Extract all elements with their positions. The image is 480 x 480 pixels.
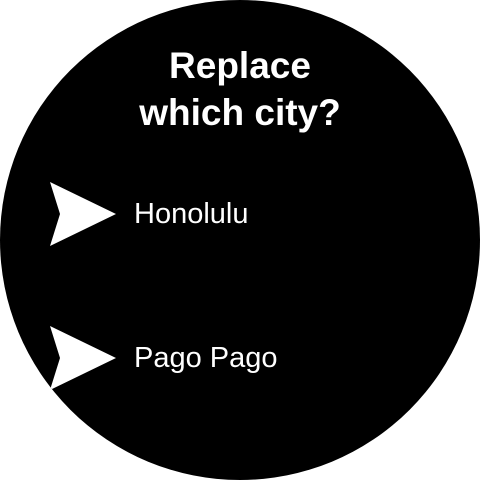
watch-face: Replace which city? Honolulu Pago Pago bbox=[0, 0, 480, 480]
dialog-title-line-2: which city? bbox=[139, 92, 341, 133]
send-arrow-icon bbox=[50, 326, 116, 390]
city-option-label: Pago Pago bbox=[134, 342, 278, 374]
send-arrow-icon bbox=[50, 182, 116, 246]
city-option-pago-pago[interactable]: Pago Pago bbox=[48, 326, 408, 390]
dialog-title-line-1: Replace bbox=[169, 45, 311, 86]
city-option-honolulu[interactable]: Honolulu bbox=[48, 182, 408, 246]
dialog-title: Replace which city? bbox=[0, 42, 480, 136]
city-option-label: Honolulu bbox=[134, 198, 249, 230]
